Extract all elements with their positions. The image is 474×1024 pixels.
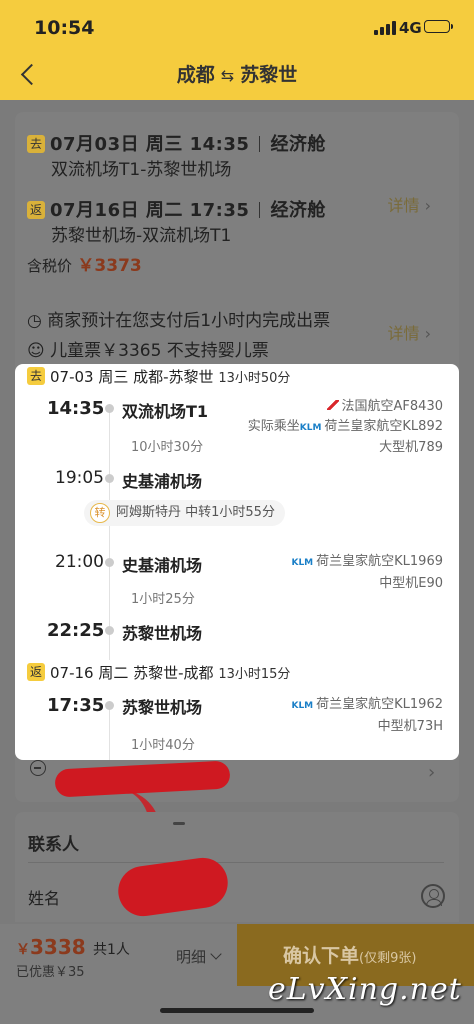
network-type: 4G	[399, 19, 422, 37]
return-datetime: 07月16日 周二 17:35	[50, 200, 250, 221]
discount-text: 已优惠￥35	[16, 965, 85, 980]
return-summary: 返 07月16日 周二 17:35 经济舱	[27, 196, 326, 222]
seg1-flight-duration: 10小时30分	[131, 440, 204, 455]
seg1-departure-time: 14:35	[47, 398, 105, 419]
outbound-datetime: 07月03日 周三 14:35	[50, 134, 250, 155]
home-indicator	[160, 1008, 314, 1013]
outbound-leg-tag: 去	[27, 367, 45, 385]
seg1-departure-airport: 双流机场T1	[122, 402, 209, 421]
contact-picker-icon[interactable]	[421, 884, 445, 908]
tax-price: ￥3373	[77, 256, 142, 276]
seg2-departure-time: 21:00	[55, 552, 104, 572]
currency: ￥	[16, 942, 30, 958]
seg2-arrival-time: 22:25	[47, 620, 105, 641]
return-dep-dot	[105, 701, 114, 710]
clock-icon: ◷	[27, 311, 48, 331]
notice-row: ◷ 商家预计在您支付后1小时内完成出票	[27, 306, 330, 331]
return-departure-time: 17:35	[47, 695, 105, 716]
seg1-airline: 法国航空AF8430	[326, 395, 443, 414]
outbound-leg-duration: 13小时50分	[218, 371, 291, 386]
child-icon: ☺	[27, 341, 51, 361]
seg1-operated: 实际乘坐KLM 荷兰皇家航空KL892	[247, 419, 443, 434]
return-leg-tag: 返	[27, 663, 45, 681]
outbound-cabin: 经济舱	[270, 134, 326, 155]
seg1-aircraft: 大型机789	[379, 440, 443, 455]
battery-icon	[424, 20, 450, 33]
total-price: ￥3338	[16, 935, 86, 959]
transfer-text: 阿姆斯特丹 中转1小时55分	[116, 505, 275, 520]
return-departure-airport: 苏黎世机场	[122, 698, 203, 717]
name-label: 姓名	[28, 889, 61, 908]
tax-price-row: 含税价 ￥3373	[27, 251, 142, 276]
issuing-notice: 商家预计在您支付后1小时内完成出票	[47, 311, 331, 331]
contact-title: 联系人	[28, 835, 79, 855]
seg1-dep-dot	[105, 404, 114, 413]
outbound-summary: 去 07月03日 周三 14:35 经济舱	[27, 130, 326, 156]
klm-icon: KLM	[291, 558, 314, 568]
seg2-aircraft: 中型机E90	[379, 576, 443, 591]
signal-icon	[374, 21, 396, 35]
return-leg-header: 返 07-16 周二 苏黎世-成都 13小时15分	[27, 662, 290, 683]
status-bar: 10:54 4G	[0, 0, 474, 52]
return-leg-title: 07-16 周二 苏黎世-成都	[50, 664, 214, 682]
divider	[28, 862, 444, 863]
battery-tip	[451, 24, 453, 29]
child-ticket-info: 儿童票￥3365 不支持婴儿票	[50, 341, 269, 361]
drag-handle	[173, 822, 185, 825]
watermark: eLvXing.net	[268, 972, 462, 1007]
return-timeline-line	[109, 706, 110, 760]
page-title: 成都 ⇆ 苏黎世	[0, 60, 474, 87]
flight-timeline-popup: 去 07-03 周三 成都-苏黎世 13小时50分 14:35 双流机场T1 法国…	[15, 364, 459, 760]
price-value: 3338	[30, 935, 86, 959]
destination-city: 苏黎世	[240, 64, 298, 86]
detail-link[interactable]: 详情	[388, 192, 432, 216]
seg1-arrival-airport: 史基浦机场	[122, 472, 203, 491]
air-france-icon	[326, 400, 339, 410]
seg2-airline: KLM 荷兰皇家航空KL1969	[291, 554, 443, 569]
seg2-arrival-airport: 苏黎世机场	[122, 624, 203, 643]
return-tag: 返	[27, 201, 45, 219]
seg2-arr-dot	[105, 626, 114, 635]
return-airline: KLM 荷兰皇家航空KL1962	[291, 697, 443, 712]
seg2-dep-dot	[105, 558, 114, 567]
return-aircraft: 中型机73H	[377, 719, 443, 734]
chevron-right-icon[interactable]: ›	[428, 762, 435, 783]
outbound-leg-title: 07-03 周三 成都-苏黎世	[50, 368, 214, 386]
seg1-arr-dot	[105, 474, 114, 483]
klm-icon: KLM	[299, 423, 322, 433]
klm-icon: KLM	[291, 701, 314, 711]
status-time: 10:54	[34, 17, 95, 39]
outbound-route: 双流机场T1-苏黎世机场	[51, 160, 232, 180]
outbound-timeline-line	[109, 410, 110, 660]
return-leg-duration: 13小时15分	[218, 667, 291, 682]
contact-section	[15, 812, 459, 922]
outbound-leg-header: 去 07-03 周三 成都-苏黎世 13小时50分	[27, 366, 290, 387]
confirm-label: 确认下单(仅剩9张)	[283, 945, 417, 967]
minus-circle-icon	[30, 760, 46, 776]
return-cabin: 经济舱	[270, 200, 326, 221]
child-ticket-row: ☺ 儿童票￥3365 不支持婴儿票	[27, 336, 269, 361]
remaining-tickets: (仅剩9张)	[359, 951, 417, 966]
origin-city: 成都	[176, 64, 215, 86]
seg2-flight-duration: 1小时25分	[131, 592, 195, 607]
passenger-count: 共1人	[93, 942, 130, 958]
seg2-departure-airport: 史基浦机场	[122, 556, 203, 575]
swap-icon: ⇆	[220, 66, 235, 85]
price-detail-toggle[interactable]: 明细	[176, 946, 220, 967]
tax-label: 含税价	[27, 257, 73, 275]
transfer-icon: 转	[90, 503, 110, 523]
detail-link-2[interactable]: 详情	[388, 320, 432, 344]
outbound-tag: 去	[27, 135, 45, 153]
return-route: 苏黎世机场-双流机场T1	[51, 226, 232, 246]
return-flight-duration: 1小时40分	[131, 738, 195, 753]
seg1-arrival-time: 19:05	[55, 468, 104, 488]
transfer-badge: 转阿姆斯特丹 中转1小时55分	[84, 500, 285, 526]
